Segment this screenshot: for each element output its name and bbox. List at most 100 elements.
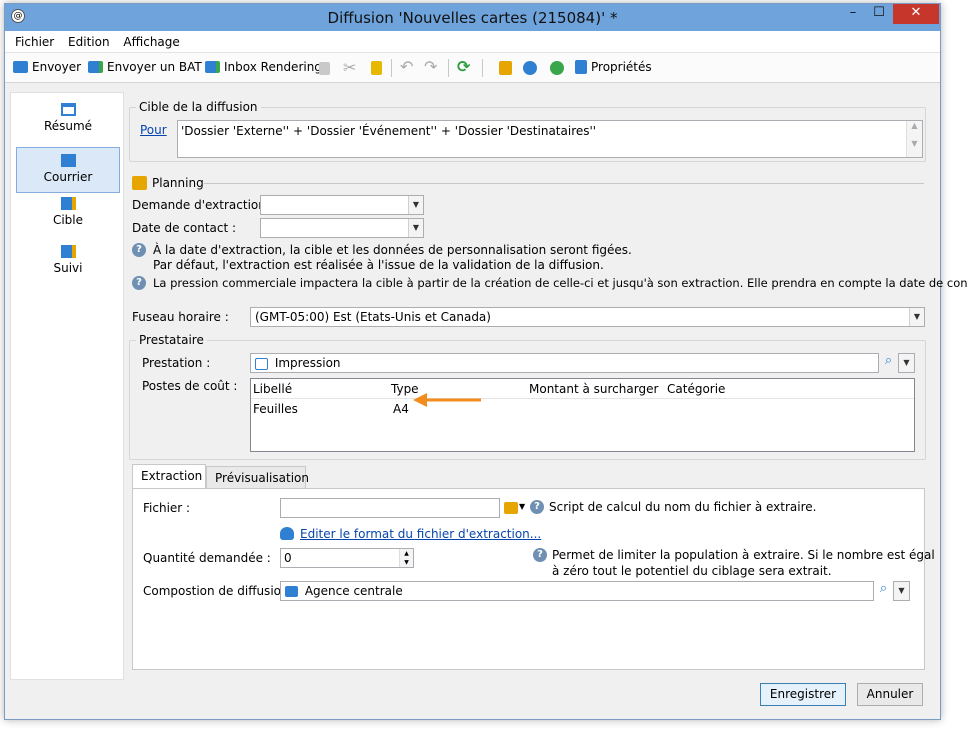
target-description-text: 'Dossier 'Externe'' + 'Dossier 'Événemen…	[181, 124, 597, 138]
main-panel: Cible de la diffusion Pour 'Dossier 'Ext…	[124, 92, 968, 706]
pressure-info: La pression commerciale impactera la cib…	[153, 276, 968, 290]
sidebar: Résumé Courrier Cible Suivi	[10, 92, 124, 680]
minimize-button[interactable]: –	[840, 4, 866, 24]
chevron-down-icon[interactable]: ▼	[519, 502, 525, 511]
extraction-date-combo[interactable]: ▼	[260, 195, 424, 215]
cost-lines-label: Postes de coût :	[142, 379, 238, 393]
planning-label: Planning	[152, 176, 204, 190]
quantity-value: 0	[284, 551, 292, 565]
service-field[interactable]: Impression	[250, 353, 879, 373]
gift-icon[interactable]	[499, 61, 512, 75]
calendar-icon	[132, 176, 147, 190]
tab-extraction[interactable]: Extraction	[132, 464, 206, 489]
target-description-field[interactable]: 'Dossier 'Externe'' + 'Dossier 'Événemen…	[177, 120, 923, 158]
send-button[interactable]: Envoyer	[13, 60, 81, 74]
send-proof-button[interactable]: Envoyer un BAT	[88, 60, 202, 74]
planning-divider	[204, 183, 924, 184]
menu-fichier[interactable]: Fichier	[15, 31, 54, 53]
target-scrollbar[interactable]: ▲ ▼	[906, 121, 922, 157]
mail-star-icon	[60, 154, 76, 167]
inbox-rendering-button[interactable]: Inbox Rendering	[205, 60, 322, 74]
cell-type: A4	[393, 402, 409, 416]
properties-button[interactable]: Propriétés	[575, 60, 652, 74]
extraction-date-label: Demande d'extraction :	[132, 198, 274, 212]
contact-date-combo[interactable]: ▼	[260, 218, 424, 238]
annotation-arrow	[413, 393, 481, 407]
save-button[interactable]: Enregistrer	[760, 683, 846, 706]
column-category[interactable]: Catégorie	[667, 382, 725, 396]
help-icon: ?	[132, 276, 146, 290]
mail-icon	[13, 61, 28, 73]
chevron-down-icon[interactable]: ▼	[408, 219, 423, 237]
composition-dropdown[interactable]: ▼	[893, 581, 910, 601]
service-value: Impression	[274, 356, 341, 370]
tab-previsualisation[interactable]: Prévisualisation	[206, 466, 309, 489]
service-label: Prestation :	[142, 356, 211, 370]
calculator-icon[interactable]	[550, 61, 564, 75]
contact-date-label: Date de contact :	[132, 221, 237, 235]
sidebar-item-label: Résumé	[43, 119, 93, 133]
quantity-help-line2: à zéro tout le potentiel du ciblage sera…	[552, 564, 832, 578]
composition-field[interactable]: Agence centrale	[280, 581, 874, 601]
cancel-button[interactable]: Annuler	[857, 683, 923, 706]
redo-icon[interactable]: ↷	[424, 57, 437, 76]
extraction-info-line1: À la date d'extraction, la cible et les …	[153, 243, 632, 257]
paste-icon[interactable]	[371, 61, 382, 75]
spin-buttons[interactable]: ▲ ▼	[399, 549, 413, 567]
timezone-value: (GMT-05:00) Est (Etats-Unis et Canada)	[255, 310, 491, 324]
service-dropdown[interactable]: ▼	[898, 353, 915, 373]
composition-value: Agence centrale	[304, 584, 403, 598]
file-label: Fichier :	[143, 501, 191, 515]
sidebar-item-courrier[interactable]: Courrier	[16, 147, 120, 193]
menu-edition[interactable]: Edition	[68, 31, 110, 53]
chevron-down-icon[interactable]: ▼	[899, 354, 914, 372]
clipboard-icon	[575, 60, 587, 74]
column-libelle[interactable]: Libellé	[253, 382, 292, 396]
sidebar-item-label: Cible	[52, 213, 84, 227]
copy-icon[interactable]	[319, 62, 330, 75]
audience-icon[interactable]	[523, 61, 537, 75]
help-icon: ?	[132, 243, 146, 257]
menu-affichage[interactable]: Affichage	[123, 31, 179, 53]
database-icon	[280, 527, 294, 540]
maximize-button[interactable]: ☐	[866, 4, 892, 24]
mail-folder-icon	[285, 586, 298, 597]
chevron-down-icon[interactable]: ▼	[894, 582, 909, 600]
cost-lines-table: Libellé Type Montant à surcharger Catégo…	[250, 378, 915, 452]
refresh-icon[interactable]: ⟳	[457, 57, 470, 76]
edit-file-format-link[interactable]: Editer le format du fichier d'extraction…	[300, 527, 541, 541]
search-icon[interactable]: ⌕	[879, 353, 898, 373]
target-icon	[60, 197, 76, 210]
chevron-down-icon[interactable]: ▼	[909, 308, 924, 326]
table-row[interactable]: Feuilles A4	[251, 401, 914, 419]
file-help-text: Script de calcul du nom du fichier à ext…	[549, 500, 817, 514]
sidebar-item-cible[interactable]: Cible	[16, 197, 120, 227]
quantity-help-line1: Permet de limiter la population à extrai…	[552, 548, 935, 562]
column-amount[interactable]: Montant à surcharger	[529, 382, 658, 396]
toolbar: Envoyer Envoyer un BAT Inbox Rendering ✂…	[5, 53, 940, 83]
script-editor-icon[interactable]	[504, 502, 518, 514]
close-button[interactable]: ✕	[893, 4, 939, 24]
sidebar-item-suivi[interactable]: Suivi	[16, 245, 120, 275]
title-bar: @ Diffusion 'Nouvelles cartes (215084)' …	[5, 4, 940, 31]
send-label: Envoyer	[32, 60, 82, 74]
timezone-combo[interactable]: (GMT-05:00) Est (Etats-Unis et Canada) ▼	[250, 307, 925, 327]
search-icon[interactable]: ⌕	[874, 581, 893, 601]
cut-icon[interactable]: ✂	[343, 58, 356, 77]
help-icon: ?	[530, 500, 544, 514]
pour-link[interactable]: Pour	[140, 123, 167, 137]
service-icon	[255, 357, 268, 370]
properties-label: Propriétés	[591, 60, 652, 74]
inbox-icon	[205, 61, 220, 73]
target-group-label: Cible de la diffusion	[136, 100, 261, 114]
sidebar-item-label: Suivi	[53, 261, 83, 275]
tracking-icon	[60, 245, 76, 258]
sidebar-item-resume[interactable]: Résumé	[16, 103, 120, 133]
help-icon: ?	[533, 548, 547, 562]
quantity-stepper[interactable]: 0 ▲ ▼	[280, 548, 414, 568]
quantity-label: Quantité demandée :	[143, 551, 271, 565]
file-input[interactable]	[280, 498, 500, 518]
mail-check-icon	[88, 61, 103, 73]
undo-icon[interactable]: ↶	[400, 57, 413, 76]
chevron-down-icon[interactable]: ▼	[408, 196, 423, 214]
